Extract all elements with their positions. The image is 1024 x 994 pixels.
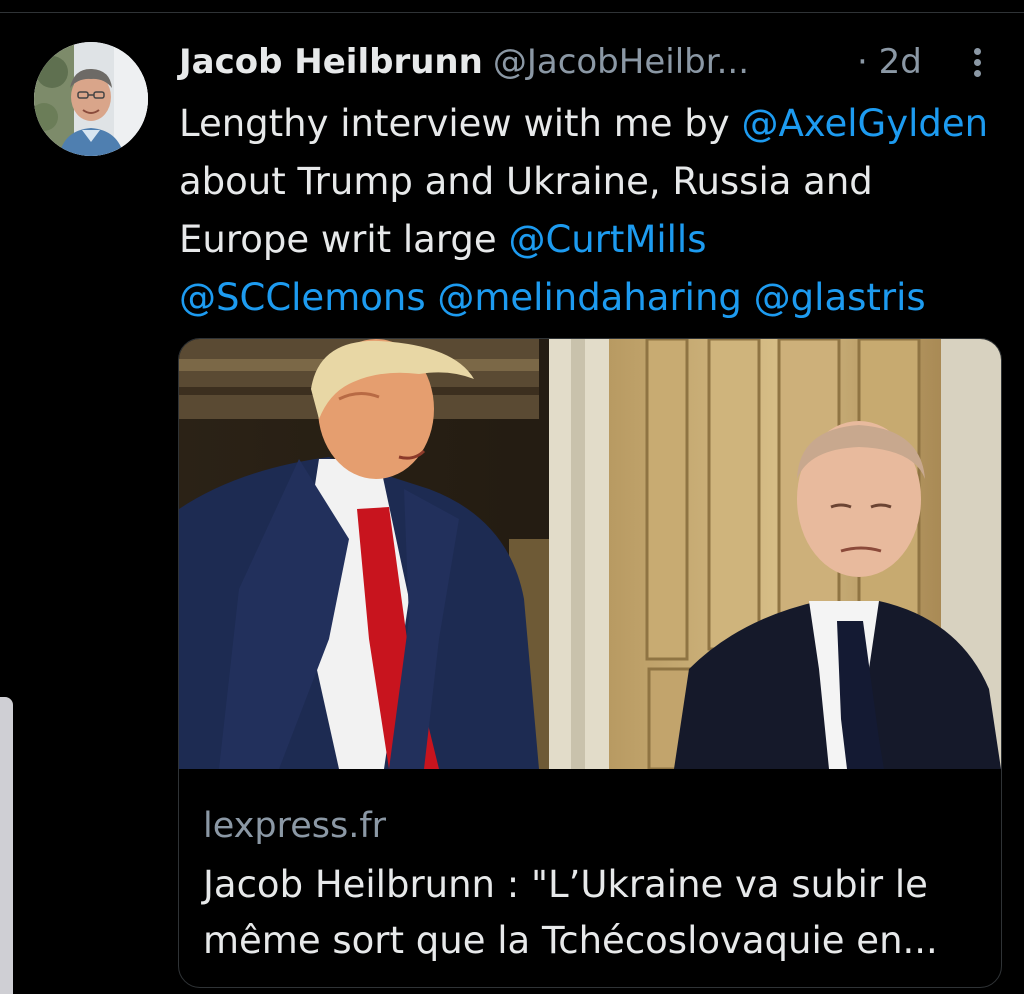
tweet[interactable]: Jacob Heilbrunn @JacobHeilbr... · 2d Leng…: [0, 0, 1024, 994]
tweet-text-segment: Lengthy interview with me by: [179, 102, 742, 145]
tweet-text: Lengthy interview with me by @AxelGylden…: [179, 95, 989, 327]
more-options-button[interactable]: [966, 44, 988, 84]
mention-link[interactable]: @AxelGylden: [741, 102, 988, 145]
avatar[interactable]: [34, 42, 148, 156]
card-photo: [179, 339, 1001, 769]
mention-link[interactable]: @CurtMills: [508, 218, 706, 261]
author-handle[interactable]: @JacobHeilbr...: [493, 42, 749, 82]
mention-link[interactable]: @glastris: [754, 276, 926, 319]
card-title[interactable]: Jacob Heilbrunn : "L’Ukraine va subir le…: [203, 857, 983, 969]
more-vertical-icon: [966, 48, 988, 77]
card-domain[interactable]: lexpress.fr: [203, 802, 386, 850]
card-image[interactable]: [179, 339, 1001, 769]
mention-link[interactable]: @SCClemons: [179, 276, 426, 319]
tweet-text-segment: [742, 276, 754, 319]
timestamp[interactable]: · 2d: [857, 36, 922, 88]
author-name[interactable]: Jacob Heilbrunn: [179, 42, 483, 82]
avatar-photo: [34, 42, 148, 156]
tweet-text-segment: [426, 276, 438, 319]
mention-link[interactable]: @melindaharing: [437, 276, 742, 319]
tweet-header: Jacob Heilbrunn @JacobHeilbr... · 2d: [179, 36, 979, 88]
link-card[interactable]: lexpress.fr Jacob Heilbrunn : "L’Ukraine…: [178, 338, 1002, 988]
